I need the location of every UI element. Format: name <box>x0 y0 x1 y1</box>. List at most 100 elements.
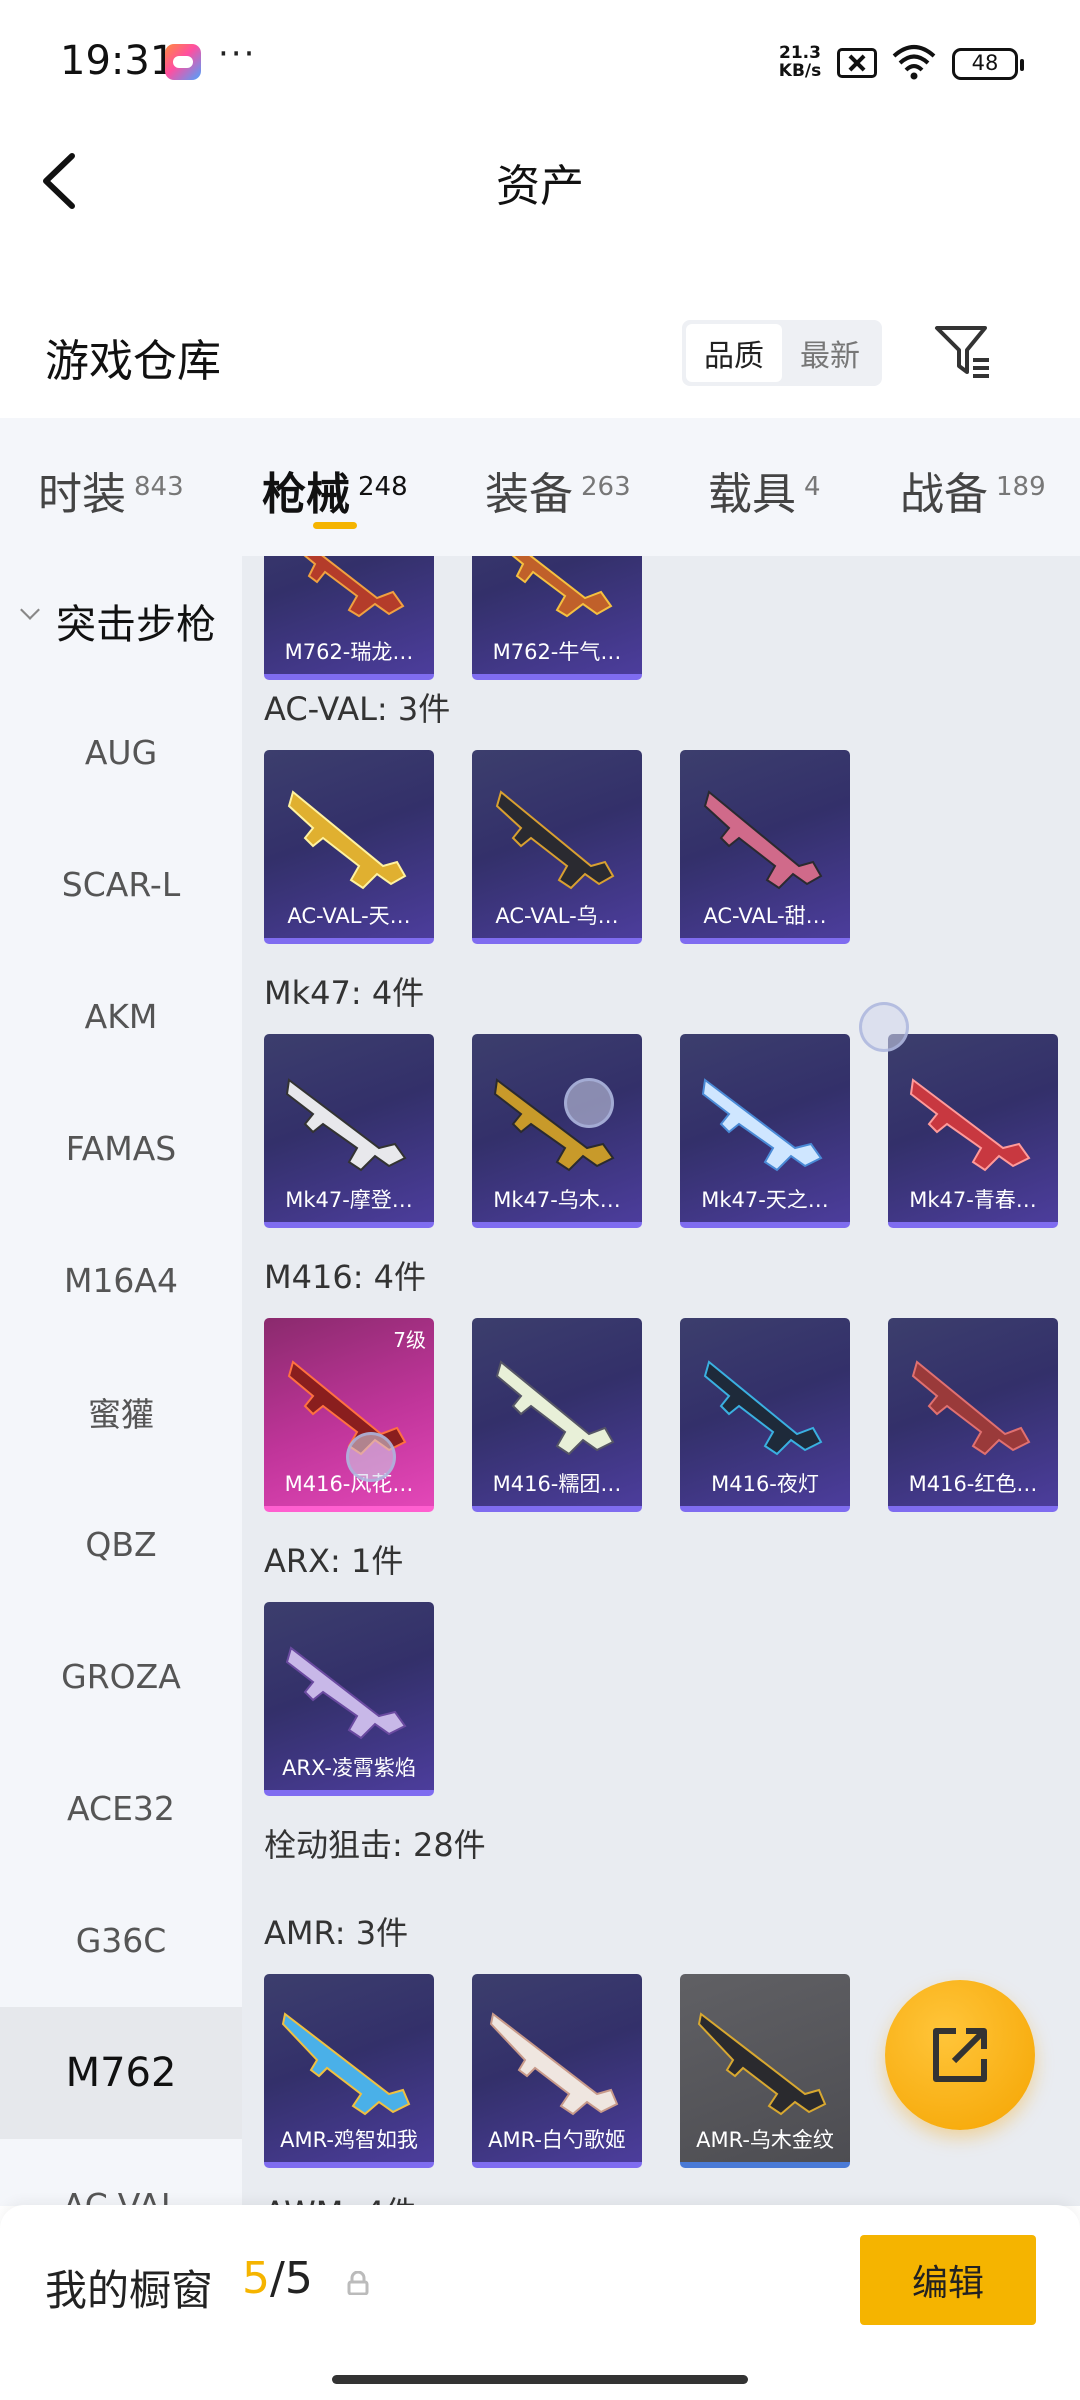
touch-indicator <box>346 1432 396 1482</box>
skin-level-badge: 7级 <box>393 1328 426 1352</box>
share-external-icon <box>933 2028 987 2082</box>
sidebar-section-label: 突击步枪 <box>56 602 216 648</box>
group-title-arx: ARX: 1件 <box>264 1542 404 1580</box>
sort-segmented-control: 品质 最新 <box>682 320 882 386</box>
rifle-icon <box>285 1078 407 1172</box>
touch-indicator <box>564 1078 614 1128</box>
sidebar-item-akm[interactable]: AKM <box>0 950 242 1082</box>
tab-count: 248 <box>358 472 408 502</box>
skin-card[interactable]: AC-VAL-甜… <box>680 750 850 944</box>
skin-name: Mk47-乌木… <box>493 1188 621 1212</box>
skin-name: M762-牛气… <box>492 640 622 664</box>
tab-vehicles[interactable]: 载具 4 <box>708 458 821 522</box>
tab-label: 装备 <box>485 469 573 520</box>
tab-count: 843 <box>134 472 184 502</box>
skin-card[interactable]: AC-VAL-乌… <box>472 750 642 944</box>
showcase-bar: 我的橱窗 5/5 编辑 <box>0 2205 1080 2400</box>
network-speed-unit: KB/s <box>778 61 822 81</box>
filter-icon[interactable] <box>933 322 993 382</box>
skin-name: ARX-凌霄紫焰 <box>282 1756 416 1780</box>
chevron-down-icon <box>20 600 40 620</box>
sidebar-item-scar-l[interactable]: SCAR-L <box>0 818 242 950</box>
skin-card[interactable]: Mk47-青春… <box>888 1034 1058 1228</box>
active-tab-indicator <box>313 522 357 529</box>
skin-name: M762-瑞龙… <box>284 640 414 664</box>
rifle-icon <box>703 790 823 890</box>
skin-name: M416-风花… <box>284 1472 414 1496</box>
skin-card[interactable]: AMR-白勺歌姬 <box>472 1974 642 2168</box>
sidebar-item-ac-val[interactable]: AC-VAL <box>0 2139 242 2207</box>
skin-card[interactable]: M762-瑞龙… <box>264 556 434 680</box>
tab-firearms[interactable]: 枪械 248 <box>262 458 408 522</box>
showcase-separator: / <box>270 2253 285 2304</box>
tab-count: 263 <box>581 472 631 502</box>
sidebar-item-aug[interactable]: AUG <box>0 686 242 818</box>
sort-quality-button[interactable]: 品质 <box>686 324 782 382</box>
wifi-icon <box>892 45 936 80</box>
network-speed-value: 21.3 <box>779 43 821 63</box>
skin-card[interactable]: Mk47-乌木… <box>472 1034 642 1228</box>
skin-name: AC-VAL-甜… <box>703 904 827 928</box>
status-time: 19:31 <box>60 38 176 84</box>
share-fab-button[interactable] <box>885 1980 1035 2130</box>
lock-icon <box>347 2271 369 2295</box>
skin-name: AMR-白勺歌姬 <box>488 2128 626 2152</box>
showcase-count: 5/5 <box>242 2253 313 2304</box>
page-title: 资产 <box>496 161 584 212</box>
tab-equipment[interactable]: 装备 263 <box>485 458 631 522</box>
rifle-icon <box>701 1078 823 1172</box>
sidebar-item-ace32[interactable]: ACE32 <box>0 1742 242 1874</box>
sidebar-item-famas[interactable]: FAMAS <box>0 1082 242 1214</box>
sidebar-item-m762[interactable]: M762 <box>0 2007 242 2139</box>
network-speed: 21.3 KB/s <box>775 44 825 80</box>
tab-label: 战备 <box>900 469 988 520</box>
skin-card[interactable]: AC-VAL-天… <box>264 750 434 944</box>
skin-name: Mk47-摩登… <box>285 1188 413 1212</box>
sniper-rifle-icon <box>281 2012 411 2116</box>
skin-card[interactable]: ARX-凌霄紫焰 <box>264 1602 434 1796</box>
group-title-awm: AWM: 4件 <box>264 2188 417 2206</box>
game-app-icon <box>165 44 201 80</box>
touch-indicator <box>859 1002 909 1052</box>
skin-name: Mk47-天之… <box>701 1188 829 1212</box>
skin-card[interactable]: Mk47-摩登… <box>264 1034 434 1228</box>
tab-fashion[interactable]: 时装 843 <box>38 458 184 522</box>
warehouse-title: 游戏仓库 <box>45 336 221 387</box>
sidebar-item-honey-badger[interactable]: 蜜獾 <box>0 1346 242 1478</box>
sidebar-item-groza[interactable]: GROZA <box>0 1610 242 1742</box>
sidebar-item-m16a4[interactable]: M16A4 <box>0 1214 242 1346</box>
weapon-category-sidebar: 突击步枪 AUG SCAR-L AKM FAMAS M16A4 蜜獾 QBZ G… <box>0 556 242 2206</box>
skin-card[interactable]: 7级 M416-风花… <box>264 1318 434 1512</box>
battery-icon: 48 <box>952 48 1024 80</box>
rifle-icon <box>287 790 407 890</box>
rifle-icon <box>511 556 613 618</box>
skin-card[interactable]: M416-夜灯 <box>680 1318 850 1512</box>
group-title-mk47: Mk47: 4件 <box>264 974 425 1012</box>
sort-newest-button[interactable]: 最新 <box>782 324 878 382</box>
edit-button[interactable]: 编辑 <box>860 2235 1036 2325</box>
skin-card[interactable]: Mk47-天之… <box>680 1034 850 1228</box>
tab-count: 189 <box>996 472 1046 502</box>
skin-card[interactable]: M416-糯团… <box>472 1318 642 1512</box>
group-title-ac-val: AC-VAL: 3件 <box>264 690 451 728</box>
sidebar-section-assault-rifles[interactable]: 突击步枪 <box>0 592 242 652</box>
tab-label: 载具 <box>708 469 796 520</box>
skin-card[interactable]: AMR-乌木金纹 <box>680 1974 850 2168</box>
skin-name: AMR-鸡智如我 <box>280 2128 418 2152</box>
rifle-icon <box>495 1360 615 1456</box>
skin-card[interactable]: M762-牛气… <box>472 556 642 680</box>
category-tabs: 时装 843 枪械 248 装备 263 载具 4 战备 189 <box>0 418 1080 556</box>
skin-name: M416-糯团… <box>492 1472 622 1496</box>
weapon-skin-list: M762-瑞龙… M762-牛气… AC-VAL: 3件 AC-VAL-天… A… <box>242 556 1080 2206</box>
skin-card[interactable]: AMR-鸡智如我 <box>264 1974 434 2168</box>
group-title-m416: M416: 4件 <box>264 1258 427 1296</box>
home-indicator[interactable] <box>332 2375 748 2384</box>
skin-card[interactable]: M416-红色… <box>888 1318 1058 1512</box>
rifle-icon <box>909 1078 1031 1172</box>
sidebar-item-qbz[interactable]: QBZ <box>0 1478 242 1610</box>
tab-label: 时装 <box>38 469 126 520</box>
rifle-icon <box>703 1360 823 1456</box>
sidebar-item-g36c[interactable]: G36C <box>0 1874 242 2006</box>
rifle-icon <box>285 1646 407 1740</box>
tab-supplies[interactable]: 战备 189 <box>900 458 1046 522</box>
